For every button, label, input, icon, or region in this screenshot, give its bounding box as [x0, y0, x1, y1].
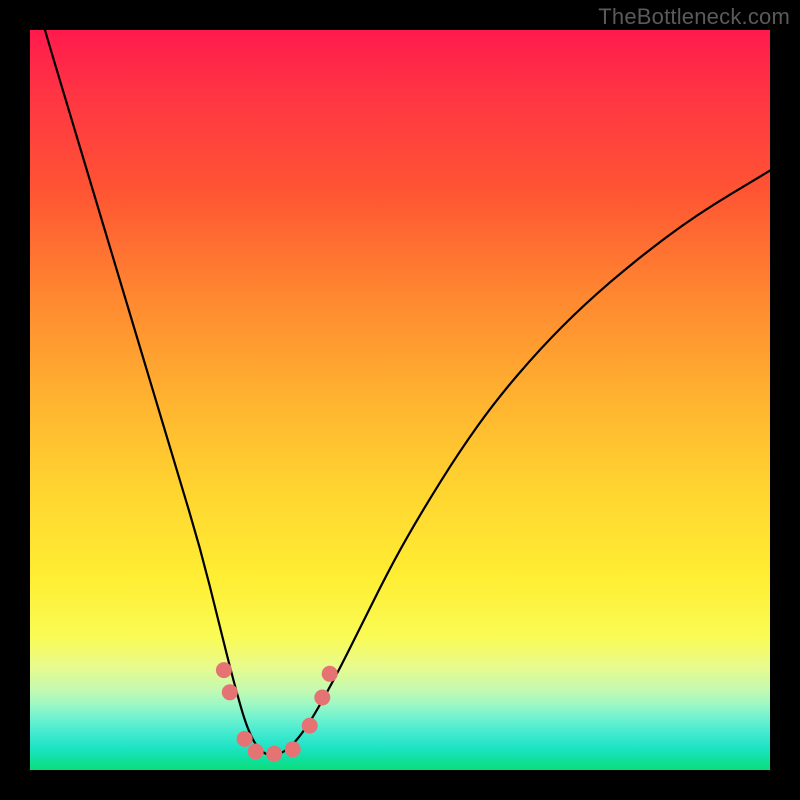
plot-area	[30, 30, 770, 770]
curve-marker	[222, 684, 238, 700]
curve-marker	[266, 746, 282, 762]
curve-marker	[302, 718, 318, 734]
marker-group	[216, 662, 338, 762]
curve-svg	[30, 30, 770, 770]
bottleneck-curve	[30, 30, 770, 755]
watermark-text: TheBottleneck.com	[598, 4, 790, 30]
curve-marker	[237, 731, 253, 747]
curve-marker	[216, 662, 232, 678]
curve-marker	[314, 690, 330, 706]
curve-marker	[322, 666, 338, 682]
curve-marker	[248, 744, 264, 760]
outer-frame: TheBottleneck.com	[0, 0, 800, 800]
curve-marker	[285, 741, 301, 757]
